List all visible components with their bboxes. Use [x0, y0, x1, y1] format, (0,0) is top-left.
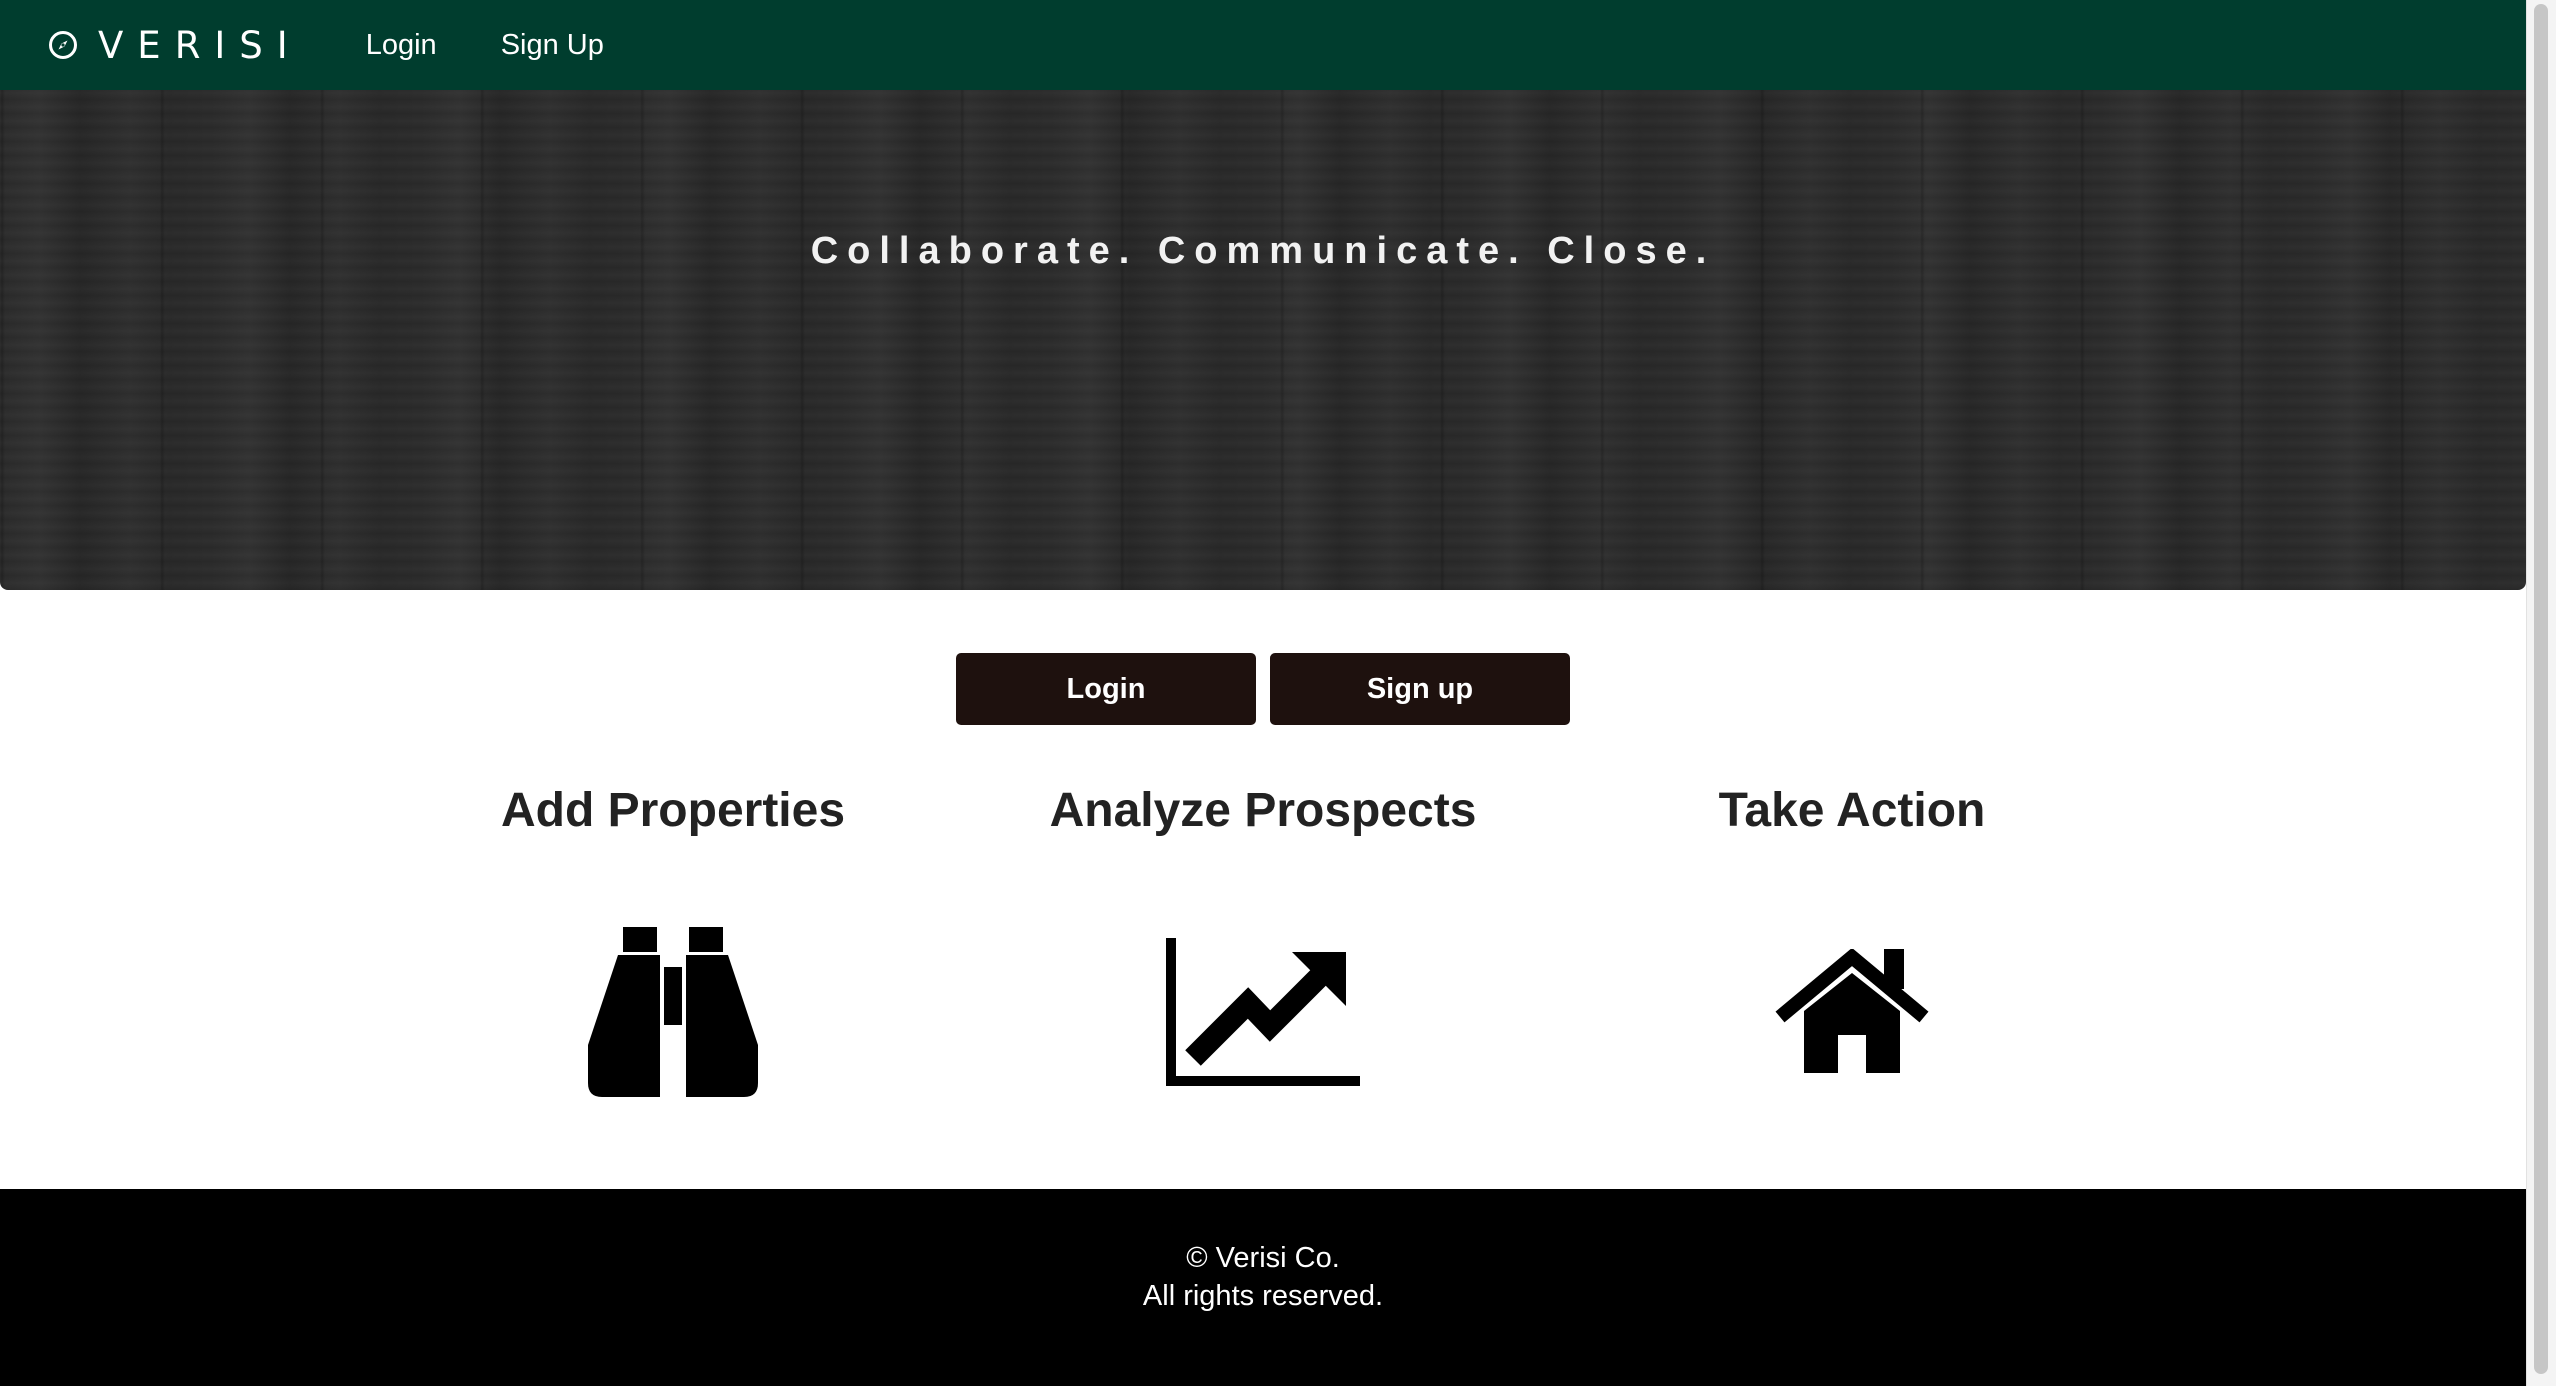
brand-name: VERISI: [98, 23, 302, 67]
login-button[interactable]: Login: [956, 653, 1256, 725]
home-icon: [1774, 947, 1930, 1078]
hero-tagline: Collaborate. Communicate. Close.: [810, 230, 1716, 272]
binoculars-icon: [588, 927, 758, 1102]
page-content: VERISI Login Sign Up Collaborate. Commun…: [0, 0, 2526, 1386]
line-chart-icon: [1166, 938, 1360, 1091]
page: VERISI Login Sign Up Collaborate. Commun…: [0, 0, 2556, 1386]
compass-icon: [48, 30, 78, 60]
feature-title: Analyze Prospects: [1049, 784, 1477, 837]
feature-title: Add Properties: [500, 784, 846, 837]
feature-take-action: Take Action: [1572, 780, 2132, 1073]
footer-rights: All rights reserved.: [1142, 1280, 1384, 1312]
site-footer: © Verisi Co. All rights reserved.: [0, 1189, 2526, 1386]
footer-copyright: © Verisi Co.: [1186, 1242, 1340, 1274]
feature-title: Take Action: [1718, 784, 1986, 837]
features-section: Add Properties Analyze Prospects Take Ac…: [0, 780, 2526, 1120]
feature-add-properties: Add Properties: [393, 780, 953, 1097]
hero-banner: Collaborate. Communicate. Close.: [0, 90, 2526, 590]
feature-analyze-prospects: Analyze Prospects: [983, 780, 1543, 1086]
scrollbar-thumb[interactable]: [2534, 4, 2548, 1374]
nav-signup-link[interactable]: Sign Up: [501, 30, 604, 60]
signup-button[interactable]: Sign up: [1270, 653, 1570, 725]
nav-login-link[interactable]: Login: [366, 30, 437, 60]
cta-button-group: Login Sign up: [0, 653, 2526, 725]
top-navbar: VERISI Login Sign Up: [0, 0, 2526, 90]
vertical-scrollbar[interactable]: [2526, 0, 2556, 1386]
brand-logo-link[interactable]: VERISI: [48, 27, 302, 64]
